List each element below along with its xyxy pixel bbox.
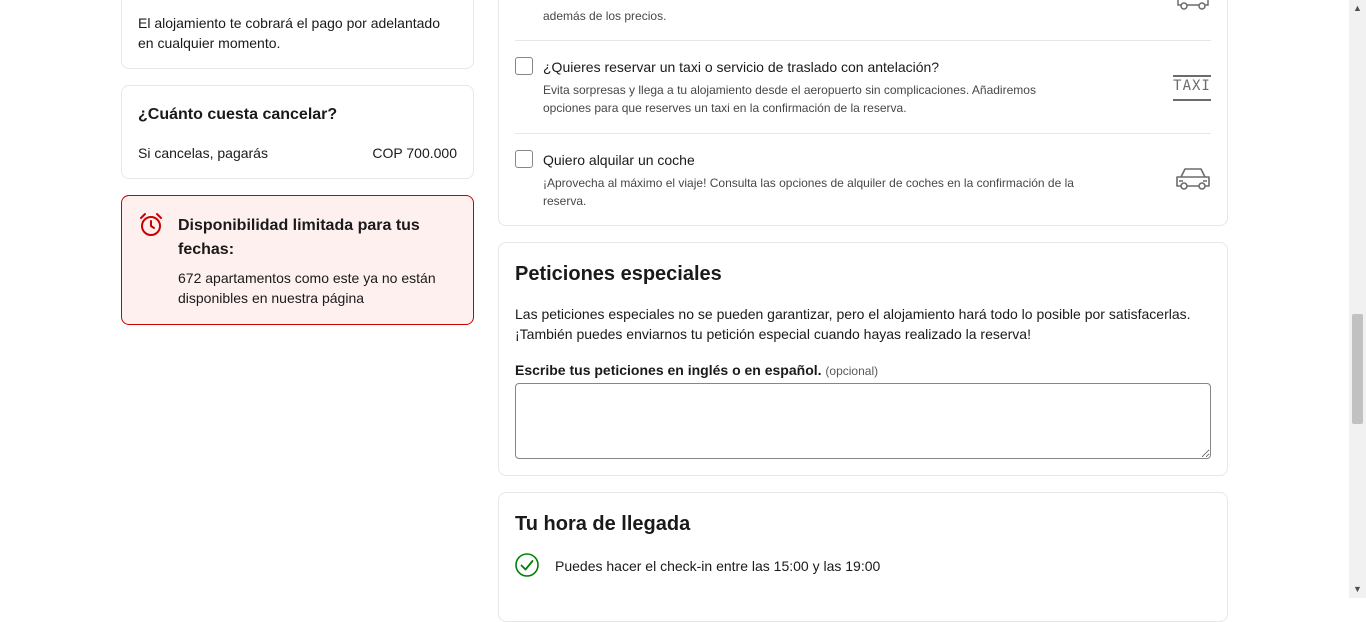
checkin-window-text: Puedes hacer el check-in entre las 15:00… <box>555 558 881 574</box>
car-icon-partial <box>1175 0 1211 11</box>
cancellation-amount: COP 700.000 <box>372 145 457 161</box>
car-rental-description: ¡Aprovecha al máximo el viaje! Consulta … <box>543 176 1074 208</box>
arrival-time-title: Tu hora de llegada <box>515 513 691 535</box>
taxi-label[interactable]: ¿Quieres reservar un taxi o servicio de … <box>543 57 939 77</box>
special-requests-card: Peticiones especiales Las peticiones esp… <box>498 242 1228 476</box>
optional-tag: (opcional) <box>825 364 879 378</box>
divider <box>515 40 1211 41</box>
scroll-up-arrow-icon[interactable]: ▲ <box>1349 0 1366 17</box>
check-circle-icon <box>515 553 539 577</box>
arrival-time-card: Tu hora de llegada Puedes hacer el check… <box>498 492 1228 622</box>
cancellation-cost-title: ¿Cuánto cuesta cancelar? <box>138 106 338 123</box>
divider <box>515 133 1211 134</box>
taxi-icon: TAXI <box>1173 75 1211 101</box>
scroll-down-arrow-icon[interactable]: ▼ <box>1349 581 1366 598</box>
prepayment-card: El alojamiento te cobrará el pago por ad… <box>121 0 474 69</box>
prepayment-text: El alojamiento te cobrará el pago por ad… <box>138 15 440 51</box>
availability-text: 672 apartamentos como este ya no están d… <box>178 270 436 306</box>
special-requests-field-label: Escribe tus peticiones en inglés o en es… <box>515 361 878 380</box>
car-rental-checkbox[interactable] <box>515 150 533 168</box>
partial-description: además de los precios. <box>543 9 667 23</box>
taxi-description: Evita sorpresas y llega a tu alojamiento… <box>543 83 1036 115</box>
special-requests-title: Peticiones especiales <box>515 263 722 285</box>
alarm-clock-icon <box>138 212 164 238</box>
car-icon <box>1175 165 1211 193</box>
taxi-checkbox[interactable] <box>515 57 533 75</box>
scroll-thumb[interactable] <box>1352 314 1363 424</box>
availability-title: Disponibilidad limitada para tus fechas: <box>178 217 420 258</box>
cancellation-label: Si cancelas, pagarás <box>138 145 268 161</box>
car-rental-label[interactable]: Quiero alquilar un coche <box>543 150 695 170</box>
page-scrollbar[interactable]: ▲ ▼ <box>1349 0 1366 598</box>
extras-card: además de los precios. ¿Quieres reservar… <box>498 0 1228 226</box>
special-requests-input[interactable] <box>515 383 1211 459</box>
cancellation-cost-card: ¿Cuánto cuesta cancelar? Si cancelas, pa… <box>121 85 474 179</box>
limited-availability-alert: Disponibilidad limitada para tus fechas:… <box>121 195 474 325</box>
field-label-text: Escribe tus peticiones en inglés o en es… <box>515 362 822 378</box>
taxi-option[interactable]: ¿Quieres reservar un taxi o servicio de … <box>515 57 1215 117</box>
special-requests-description: Las peticiones especiales no se pueden g… <box>515 306 1191 342</box>
car-rental-option[interactable]: Quiero alquilar un coche ¡Aprovecha al m… <box>515 150 1215 210</box>
